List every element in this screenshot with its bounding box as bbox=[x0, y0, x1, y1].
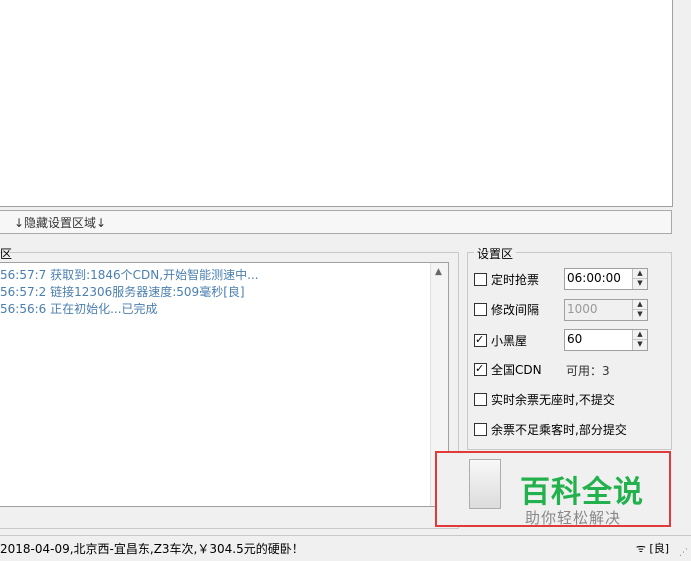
log-line: 56:57:2 链接12306服务器速度:509毫秒[良] bbox=[0, 285, 245, 299]
blacklist-input[interactable] bbox=[565, 330, 627, 348]
spin-up-icon: ▲ bbox=[633, 300, 647, 310]
no-seat-checkbox-row[interactable]: 实时余票无座时,不提交 bbox=[474, 390, 615, 410]
watermark-title: 百科全说 bbox=[520, 475, 644, 510]
log-line: 56:56:6 正在初始化...已完成 bbox=[0, 302, 158, 316]
log-group-title: 区 bbox=[0, 247, 13, 261]
network-status: ᯤ [良] bbox=[636, 540, 669, 556]
interval-checkbox[interactable] bbox=[474, 303, 487, 316]
blacklist-checkbox-row[interactable]: 小黑屋 bbox=[474, 330, 528, 351]
window-edge bbox=[673, 0, 691, 560]
timed-grab-checkbox[interactable] bbox=[474, 273, 487, 286]
interval-input bbox=[565, 300, 627, 318]
scroll-up-icon[interactable]: ▲ bbox=[435, 267, 442, 277]
hidden-settings-label: ↓隐藏设置区域↓ bbox=[14, 216, 107, 230]
resize-grip-icon[interactable]: ⋰ bbox=[679, 548, 688, 558]
blacklist-spinner[interactable]: ▲▼ bbox=[564, 329, 648, 351]
status-message: 2018-04-09,北京西-宜昌东,Z3车次,￥304.5元的硬卧！ bbox=[0, 542, 304, 556]
interval-label: 修改间隔 bbox=[491, 303, 540, 317]
spin-up-icon[interactable]: ▲ bbox=[633, 330, 647, 340]
blacklist-checkbox[interactable] bbox=[474, 330, 487, 350]
settings-group-title: 设置区 bbox=[474, 245, 517, 262]
log-lines: 56:57:7 获取到:1846个CDN,开始智能测速中... 56:57:2 … bbox=[0, 267, 259, 318]
timed-grab-input[interactable] bbox=[565, 269, 627, 287]
interval-spinner: ▲▼ bbox=[564, 299, 648, 321]
wifi-icon: ᯤ bbox=[635, 542, 646, 555]
watermark-subtitle: 助你轻松解决 bbox=[525, 509, 622, 527]
timed-grab-checkbox-row[interactable]: 定时抢票 bbox=[474, 270, 539, 290]
spin-up-icon[interactable]: ▲ bbox=[633, 269, 647, 279]
spin-down-icon[interactable]: ▼ bbox=[633, 340, 647, 349]
spinner-buttons: ▲ ▼ bbox=[632, 300, 647, 320]
log-textarea[interactable]: 56:57:7 获取到:1846个CDN,开始智能测速中... 56:57:2 … bbox=[0, 262, 449, 507]
timed-grab-spinner[interactable]: ▲▼ bbox=[564, 268, 648, 290]
network-quality: [良] bbox=[649, 542, 669, 555]
spinner-buttons[interactable]: ▲ ▼ bbox=[632, 330, 647, 350]
hidden-settings-toggle[interactable]: ↓隐藏设置区域↓ bbox=[0, 210, 672, 234]
output-panel bbox=[0, 0, 673, 207]
no-seat-checkbox[interactable] bbox=[474, 393, 487, 406]
interval-checkbox-row[interactable]: 修改间隔 bbox=[474, 300, 539, 320]
timed-grab-label: 定时抢票 bbox=[491, 273, 540, 287]
blacklist-label: 小黑屋 bbox=[491, 334, 528, 348]
spin-down-icon[interactable]: ▼ bbox=[633, 279, 647, 288]
partial-submit-label: 余票不足乘客时,部分提交 bbox=[491, 423, 627, 437]
log-line: 56:57:7 获取到:1846个CDN,开始智能测速中... bbox=[0, 268, 259, 282]
partial-submit-checkbox-row[interactable]: 余票不足乘客时,部分提交 bbox=[474, 420, 627, 440]
no-seat-label: 实时余票无座时,不提交 bbox=[491, 393, 615, 407]
cdn-label: 全国CDN bbox=[491, 363, 542, 377]
spin-down-icon: ▼ bbox=[637, 310, 643, 318]
cdn-available-count: 可用：3 bbox=[566, 364, 610, 378]
spinner-buttons[interactable]: ▲ ▼ bbox=[632, 269, 647, 289]
status-bar: 2018-04-09,北京西-宜昌东,Z3车次,￥304.5元的硬卧！ ᯤ [良… bbox=[0, 535, 691, 561]
partial-submit-checkbox[interactable] bbox=[474, 423, 487, 436]
start-button-area: 百科全说 助你轻松解决 bbox=[435, 451, 671, 527]
cdn-checkbox[interactable] bbox=[474, 359, 487, 379]
watermark-logo: 百科全说 助你轻松解决 bbox=[495, 453, 667, 527]
cdn-checkbox-row[interactable]: 全国CDN bbox=[474, 359, 542, 380]
